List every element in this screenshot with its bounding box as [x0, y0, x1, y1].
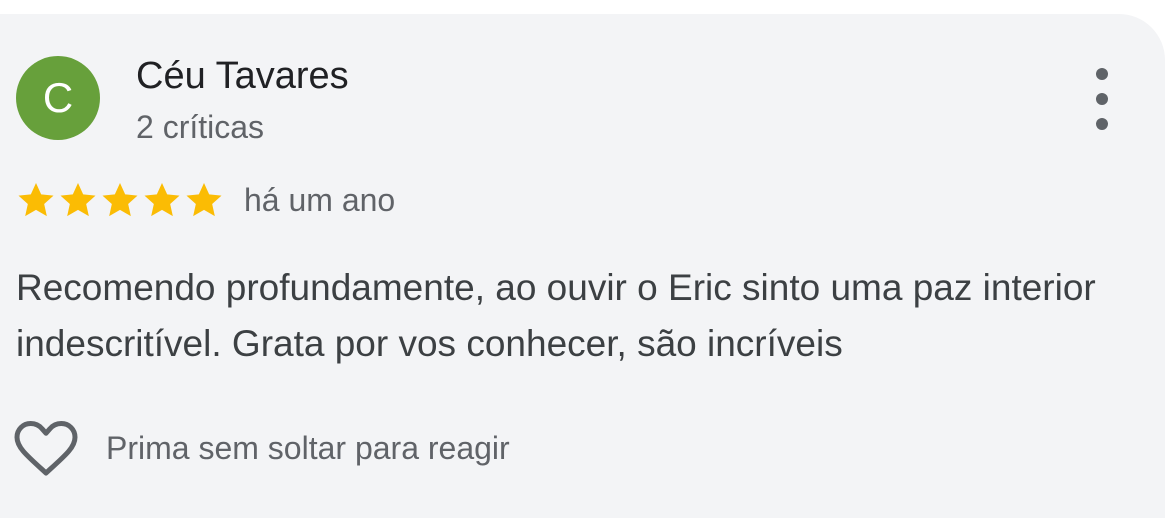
review-text: Recomendo profundamente, ao ouvir o Eric… — [16, 267, 1096, 364]
star-icon — [60, 183, 96, 217]
react-button[interactable]: Prima sem soltar para reagir — [14, 416, 510, 480]
star-icon — [144, 183, 180, 217]
heart-outline-icon — [14, 419, 78, 477]
more-vert-icon-dot — [1096, 118, 1108, 130]
star-icon — [186, 183, 222, 217]
review-card: C Céu Tavares 2 críticas há um ano Recom… — [0, 14, 1165, 518]
more-options-button[interactable] — [1080, 68, 1124, 130]
avatar-initial: C — [42, 74, 74, 121]
star-rating — [16, 180, 224, 220]
review-date: há um ano — [244, 182, 396, 218]
avatar[interactable]: C — [16, 56, 100, 140]
star-icon — [102, 183, 138, 217]
author-review-count: 2 críticas — [136, 109, 265, 145]
star-icon — [18, 183, 54, 217]
author-name[interactable]: Céu Tavares — [136, 54, 349, 98]
more-vert-icon — [1096, 68, 1108, 80]
more-vert-icon-dot — [1096, 93, 1108, 105]
react-hint-label: Prima sem soltar para reagir — [106, 429, 510, 466]
